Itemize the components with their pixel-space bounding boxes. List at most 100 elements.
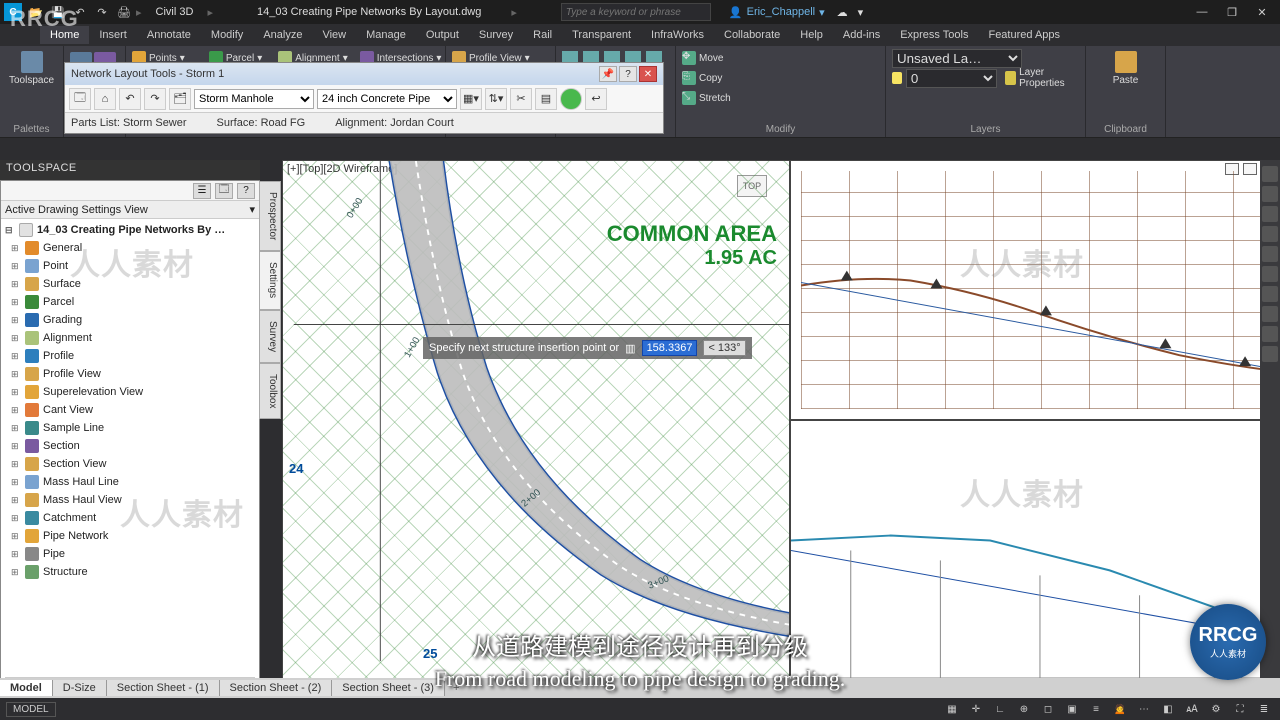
sb-gear-icon[interactable]: ⚙ — [1206, 700, 1226, 718]
window-close-icon[interactable]: ✕ — [1248, 2, 1276, 22]
nav-icon[interactable] — [1262, 266, 1278, 282]
sb-snap-icon[interactable]: ✛ — [966, 700, 986, 718]
model-space-button[interactable]: MODEL — [6, 702, 56, 717]
nlt-undo-icon[interactable]: ↶ — [119, 88, 141, 110]
signed-in-user[interactable]: 👤 Eric_Chappell ▾ — [729, 6, 825, 19]
tree-item-section[interactable]: ⊞Section — [5, 437, 255, 455]
qat-redo-icon[interactable]: ↷ — [94, 4, 110, 20]
dialog-close-icon[interactable]: ✕ — [639, 66, 657, 82]
tab-home[interactable]: Home — [40, 26, 89, 44]
tree-item-grading[interactable]: ⊞Grading — [5, 311, 255, 329]
side-tab-toolbox[interactable]: Toolbox — [259, 363, 281, 419]
tree-item-point[interactable]: ⊞Point — [5, 257, 255, 275]
help-icon[interactable]: ☁ — [837, 6, 848, 19]
nlt-draw-pipes-icon[interactable]: ▦▾ — [460, 88, 482, 110]
sb-osnap-icon[interactable]: ◻ — [1038, 700, 1058, 718]
tab-featured[interactable]: Featured Apps — [978, 26, 1070, 44]
sb-person-icon[interactable]: 🙍 — [1110, 700, 1130, 718]
nav-icon[interactable] — [1262, 286, 1278, 302]
tab-view[interactable]: View — [312, 26, 356, 44]
prompt-menu-icon[interactable]: ▥ — [625, 342, 635, 355]
structure-select[interactable]: Storm Manhole — [194, 89, 314, 109]
tree-item-alignment[interactable]: ⊞Alignment — [5, 329, 255, 347]
tab-transparent[interactable]: Transparent — [562, 26, 641, 44]
tree-item-profile-view[interactable]: ⊞Profile View — [5, 365, 255, 383]
tab-express[interactable]: Express Tools — [890, 26, 978, 44]
qat-print-icon[interactable]: 🖨 — [116, 4, 132, 20]
nav-icon[interactable] — [1262, 226, 1278, 242]
viewport-profile[interactable] — [790, 160, 1280, 420]
sb-iso-icon[interactable]: ◧ — [1158, 700, 1178, 718]
nlt-go-icon[interactable] — [560, 88, 582, 110]
help-dd-icon[interactable]: ▾ — [858, 6, 864, 19]
qat-save-icon[interactable]: 💾 — [50, 4, 66, 20]
layer-state-dd[interactable]: Unsaved La… — [892, 49, 1022, 68]
nlt-home-icon[interactable]: ⌂ — [94, 88, 116, 110]
tab-addins[interactable]: Add-ins — [833, 26, 890, 44]
tree-item-pipe-network[interactable]: ⊞Pipe Network — [5, 527, 255, 545]
tree-item-catchment[interactable]: ⊞Catchment — [5, 509, 255, 527]
tree-item-general[interactable]: ⊞General — [5, 239, 255, 257]
ts-help-icon[interactable]: ? — [237, 183, 255, 199]
nlt-parts-icon[interactable]: 🗂 — [169, 88, 191, 110]
tree-item-structure[interactable]: ⊞Structure — [5, 563, 255, 581]
side-tab-prospector[interactable]: Prospector — [259, 181, 281, 251]
pipe-select[interactable]: 24 inch Concrete Pipe — [317, 89, 457, 109]
side-tab-settings[interactable]: Settings — [259, 251, 281, 309]
window-minimize-icon[interactable]: — — [1188, 2, 1216, 22]
tab-rail[interactable]: Rail — [523, 26, 562, 44]
toolspace-view-dd[interactable]: Active Drawing Settings View▾ — [1, 201, 259, 219]
tree-item-superelevation-view[interactable]: ⊞Superelevation View — [5, 383, 255, 401]
keyword-search-input[interactable] — [561, 3, 711, 21]
sb-more-icon[interactable]: ⋯ — [1134, 700, 1154, 718]
nlt-redo-icon[interactable]: ↷ — [144, 88, 166, 110]
tab-annotate[interactable]: Annotate — [137, 26, 201, 44]
tab-manage[interactable]: Manage — [356, 26, 416, 44]
sb-anno-icon[interactable]: 🗚 — [1182, 700, 1202, 718]
current-layer-dd[interactable]: 0 — [906, 69, 997, 88]
tree-item-sample-line[interactable]: ⊞Sample Line — [5, 419, 255, 437]
nav-icon[interactable] — [1262, 246, 1278, 262]
tree-item-pipe[interactable]: ⊞Pipe — [5, 545, 255, 563]
angle-input[interactable]: < 133° — [703, 340, 745, 356]
tab-collaborate[interactable]: Collaborate — [714, 26, 790, 44]
tab-output[interactable]: Output — [416, 26, 469, 44]
sb-grid-icon[interactable]: ▦ — [942, 700, 962, 718]
tree-item-profile[interactable]: ⊞Profile — [5, 347, 255, 365]
ts-icon-1[interactable]: ☰ — [193, 183, 211, 199]
qat-open-icon[interactable]: 📂 — [28, 4, 44, 20]
tree-root[interactable]: ⊟14_03 Creating Pipe Networks By … — [5, 221, 255, 239]
copy-btn[interactable]: ⎘Copy — [682, 71, 722, 85]
move-btn[interactable]: ✥Move — [682, 51, 723, 65]
tab-modify[interactable]: Modify — [201, 26, 253, 44]
nlt-grid-icon[interactable]: ▤ — [535, 88, 557, 110]
sb-menu-icon[interactable]: ≣ — [1254, 700, 1274, 718]
nav-icon[interactable] — [1262, 166, 1278, 182]
tab-insert[interactable]: Insert — [89, 26, 137, 44]
sb-max-icon[interactable]: ⛶ — [1230, 700, 1250, 718]
layer-properties-btn[interactable]: Layer Properties — [1005, 67, 1079, 89]
tree-item-mass-haul-line[interactable]: ⊞Mass Haul Line — [5, 473, 255, 491]
tab-survey[interactable]: Survey — [469, 26, 523, 44]
sb-ortho-icon[interactable]: ∟ — [990, 700, 1010, 718]
viewport-plan[interactable]: [+][Top][2D Wireframe] TOP 0+00 1+00 2+0… — [282, 160, 790, 680]
tab-analyze[interactable]: Analyze — [253, 26, 312, 44]
toolspace-button[interactable]: Toolspace — [6, 48, 57, 89]
nav-icon[interactable] — [1262, 306, 1278, 322]
tab-infraworks[interactable]: InfraWorks — [641, 26, 714, 44]
window-restore-icon[interactable]: ❐ — [1218, 2, 1246, 22]
tree-item-section-view[interactable]: ⊞Section View — [5, 455, 255, 473]
paste-button[interactable]: Paste — [1092, 48, 1159, 89]
nlt-delete-icon[interactable]: ✂ — [510, 88, 532, 110]
side-tab-survey[interactable]: Survey — [259, 310, 281, 363]
dialog-help-icon[interactable]: ? — [619, 66, 637, 82]
sb-dyn-icon[interactable]: ▣ — [1062, 700, 1082, 718]
distance-input[interactable]: 158.3367 — [642, 340, 698, 356]
nlt-back-icon[interactable]: ↩ — [585, 88, 607, 110]
qat-undo-icon[interactable]: ↶ — [72, 4, 88, 20]
nlt-toggle-up-icon[interactable]: ⇅▾ — [485, 88, 507, 110]
settings-tree[interactable]: ⊟14_03 Creating Pipe Networks By … ⊞Gene… — [1, 219, 259, 659]
tree-item-cant-view[interactable]: ⊞Cant View — [5, 401, 255, 419]
nlt-props-icon[interactable]: 🗔 — [69, 88, 91, 110]
tab-help[interactable]: Help — [790, 26, 833, 44]
